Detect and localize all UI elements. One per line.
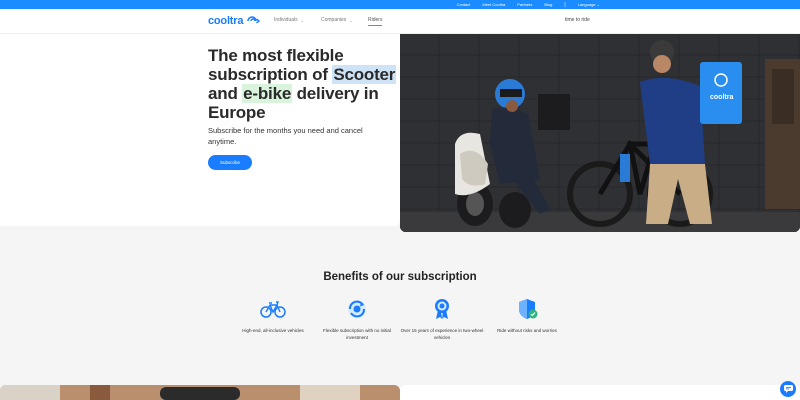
meet-cooltra-link[interactable]: Meet Cooltra — [482, 2, 505, 7]
hero-title-ebike: e-bike — [242, 84, 293, 103]
award-icon — [435, 299, 449, 319]
subscribe-button[interactable]: Subscribe — [208, 155, 252, 170]
chevron-down-icon: ⌄ — [596, 2, 600, 7]
logo-text: cooltra — [208, 15, 244, 27]
benefit-item: Flexible subscription with no initial in… — [312, 298, 402, 341]
photo-badge: cooltra — [710, 94, 733, 101]
chat-button[interactable] — [780, 381, 796, 397]
nav-companies[interactable]: Companies ⌄ — [321, 17, 353, 23]
blog-link[interactable]: Blog — [544, 2, 552, 7]
main-nav: cooltra Individuals ⌄ Companies ⌄ Riders… — [0, 9, 800, 34]
shield-check-icon — [519, 299, 538, 319]
benefit-label: High-end, all-inclusive vehicles — [242, 328, 304, 333]
contact-link[interactable]: Contact — [457, 2, 471, 7]
hero-title: The most flexible subscription of Scoote… — [208, 46, 398, 122]
nav-riders-label: Riders — [368, 17, 383, 23]
benefit-item: Ride without risks and worries — [482, 298, 572, 334]
partners-link[interactable]: Partners — [517, 2, 532, 7]
benefit-item: High-end, all-inclusive vehicles — [228, 298, 318, 334]
hero-title-part1: The most flexible subscription of — [208, 46, 344, 84]
hero-title-scooter: Scooter — [332, 65, 397, 84]
hero-illustration: cooltra — [400, 34, 800, 232]
hero-subtitle: Subscribe for the months you need and ca… — [208, 126, 363, 146]
tagline: time to ride — [565, 17, 590, 23]
benefit-label: Ride without risks and worries — [497, 328, 557, 333]
next-section-panel — [400, 385, 800, 400]
chevron-down-icon: ⌄ — [349, 17, 353, 23]
benefit-label: Over 15 years of experience in two-wheel… — [400, 328, 484, 340]
next-section-image — [0, 385, 400, 400]
refresh-icon — [348, 300, 366, 318]
logo-icon — [247, 16, 261, 24]
nav-companies-label: Companies — [321, 17, 347, 23]
language-label: Language — [577, 2, 596, 7]
logo[interactable]: cooltra — [208, 14, 261, 28]
chevron-down-icon: ⌄ — [300, 17, 304, 23]
benefits-title: Benefits of our subscription — [323, 271, 477, 283]
next-section-illustration — [0, 385, 400, 400]
nav-individuals-label: Individuals — [274, 17, 298, 23]
nav-riders[interactable]: Riders — [368, 17, 383, 26]
nav-individuals[interactable]: Individuals ⌄ — [274, 17, 304, 23]
top-utility-bar: Contact Meet Cooltra Partners Blog | Lan… — [0, 0, 800, 9]
chat-icon — [783, 385, 793, 393]
hero-image: cooltra — [400, 34, 800, 232]
benefit-label: Flexible subscription with no initial in… — [323, 328, 391, 340]
language-selector[interactable]: Language ⌄ — [578, 2, 600, 7]
benefit-item: Over 15 years of experience in two-wheel… — [397, 298, 487, 341]
divider: | — [564, 1, 566, 8]
bike-icon — [260, 301, 286, 318]
hero-title-and: and — [208, 84, 243, 103]
